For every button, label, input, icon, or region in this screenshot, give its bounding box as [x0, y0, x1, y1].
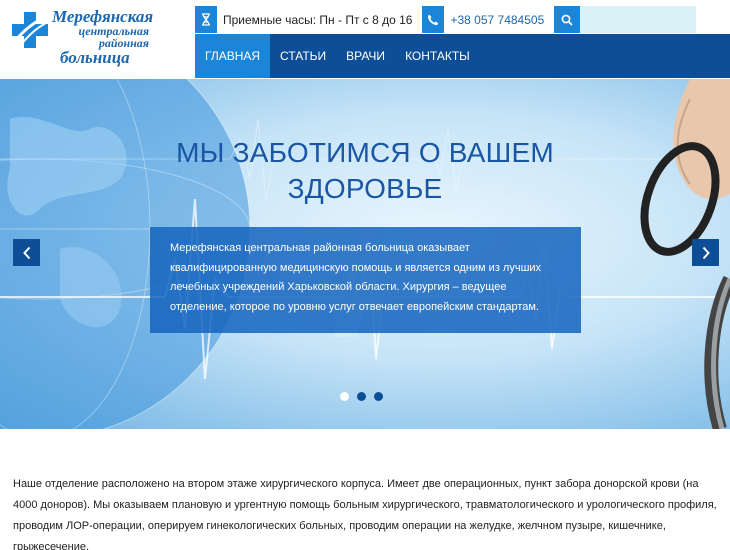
nav-item-contacts[interactable]: КОНТАКТЫ: [395, 34, 480, 78]
top-info-bar: Приемные часы: Пн - Пт с 8 до 16 +38 057…: [195, 6, 697, 33]
logo-text: Мерефянская центральная районная больниц…: [52, 8, 153, 66]
slider-dot-3[interactable]: [374, 392, 383, 401]
slider-dot-1[interactable]: [340, 392, 349, 401]
logo-line-4: больница: [60, 48, 130, 67]
hero-title-line-1: МЫ ЗАБОТИМСЯ О ВАШЕМ: [176, 137, 554, 168]
medical-cross-icon: [12, 12, 49, 48]
slider-next-button[interactable]: [692, 239, 719, 266]
search-button[interactable]: [554, 6, 581, 33]
hero-slider: МЫ ЗАБОТИМСЯ О ВАШЕМ ЗДОРОВЬЕ Мерефянска…: [0, 79, 730, 429]
slider-dot-2[interactable]: [357, 392, 366, 401]
chevron-right-icon: [702, 246, 710, 259]
search-input[interactable]: [580, 6, 697, 33]
nav-item-articles[interactable]: СТАТЬИ: [270, 34, 336, 78]
phone-link[interactable]: +38 057 7484505: [444, 6, 555, 33]
main-nav: ГЛАВНАЯ СТАТЬИ ВРАЧИ КОНТАКТЫ: [195, 34, 730, 78]
working-hours-text: Приемные часы: Пн - Пт с 8 до 16: [217, 6, 423, 33]
nav-item-doctors[interactable]: ВРАЧИ: [336, 34, 395, 78]
slider-dots: [340, 392, 383, 401]
hero-title: МЫ ЗАБОТИМСЯ О ВАШЕМ ЗДОРОВЬЕ: [150, 135, 580, 207]
hourglass-icon: [195, 6, 217, 33]
hero-description: Мерефянская центральная районная больниц…: [150, 227, 581, 333]
department-description: Наше отделение расположено на втором эта…: [13, 478, 717, 550]
slider-prev-button[interactable]: [13, 239, 40, 266]
search-icon: [561, 14, 573, 26]
hero-title-line-2: ЗДОРОВЬЕ: [287, 173, 443, 204]
site-logo[interactable]: Мерефянская центральная районная больниц…: [0, 0, 195, 79]
phone-icon: [422, 6, 445, 33]
nav-item-home[interactable]: ГЛАВНАЯ: [195, 34, 271, 78]
logo-line-1: Мерефянская: [52, 7, 154, 26]
chevron-left-icon: [22, 246, 30, 259]
